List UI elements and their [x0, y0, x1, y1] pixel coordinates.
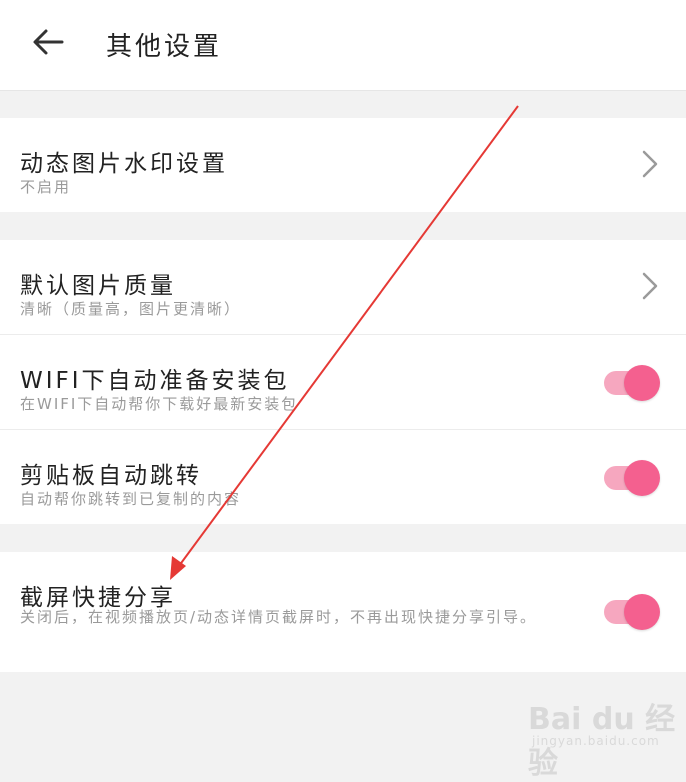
- setting-subtitle: 自动帮你跳转到已复制的内容: [20, 490, 242, 508]
- setting-label: 默认图片质量: [20, 273, 176, 299]
- page-title: 其他设置: [106, 32, 223, 62]
- settings-group-watermark: 动态图片水印设置 不启用: [0, 118, 686, 212]
- toggle-knob: [624, 365, 660, 401]
- setting-subtitle: 清晰（质量高，图片更清晰）: [20, 300, 242, 318]
- chevron-right-icon: [642, 272, 658, 300]
- setting-subtitle: 不启用: [20, 178, 72, 196]
- toggle-knob: [624, 460, 660, 496]
- watermark-logo: Bai du 经验 jingyan.baidu.com: [528, 690, 678, 781]
- setting-row-screenshot-share: 截屏快捷分享 关闭后，在视频播放页/动态详情页截屏时，不再出现快捷分享引导。: [0, 552, 686, 672]
- setting-row-image-quality[interactable]: 默认图片质量 清晰（质量高，图片更清晰）: [0, 240, 686, 335]
- setting-subtitle: 在WIFI下自动帮你下载好最新安装包: [20, 395, 299, 413]
- setting-row-clipboard-jump: 剪贴板自动跳转 自动帮你跳转到已复制的内容: [0, 430, 686, 524]
- setting-row-watermark[interactable]: 动态图片水印设置 不启用: [0, 118, 686, 212]
- top-bar: 其他设置: [0, 0, 686, 91]
- arrow-left-icon: [33, 29, 64, 55]
- setting-label: 剪贴板自动跳转: [20, 463, 202, 489]
- setting-label: 动态图片水印设置: [20, 151, 228, 177]
- toggle-knob: [624, 594, 660, 630]
- chevron-right-icon: [642, 150, 658, 178]
- screenshot-share-toggle[interactable]: [604, 594, 660, 630]
- clipboard-jump-toggle[interactable]: [604, 460, 660, 496]
- wifi-install-toggle[interactable]: [604, 365, 660, 401]
- setting-row-wifi-install: WIFI下自动准备安装包 在WIFI下自动帮你下载好最新安装包: [0, 335, 686, 430]
- setting-label: WIFI下自动准备安装包: [20, 368, 290, 394]
- settings-group-screenshot: 截屏快捷分享 关闭后，在视频播放页/动态详情页截屏时，不再出现快捷分享引导。: [0, 552, 686, 672]
- settings-group-general: 默认图片质量 清晰（质量高，图片更清晰） WIFI下自动准备安装包 在WIFI下…: [0, 240, 686, 524]
- setting-subtitle: 关闭后，在视频播放页/动态详情页截屏时，不再出现快捷分享引导。: [20, 608, 538, 626]
- back-button[interactable]: [28, 22, 68, 62]
- watermark-url: jingyan.baidu.com: [532, 734, 660, 748]
